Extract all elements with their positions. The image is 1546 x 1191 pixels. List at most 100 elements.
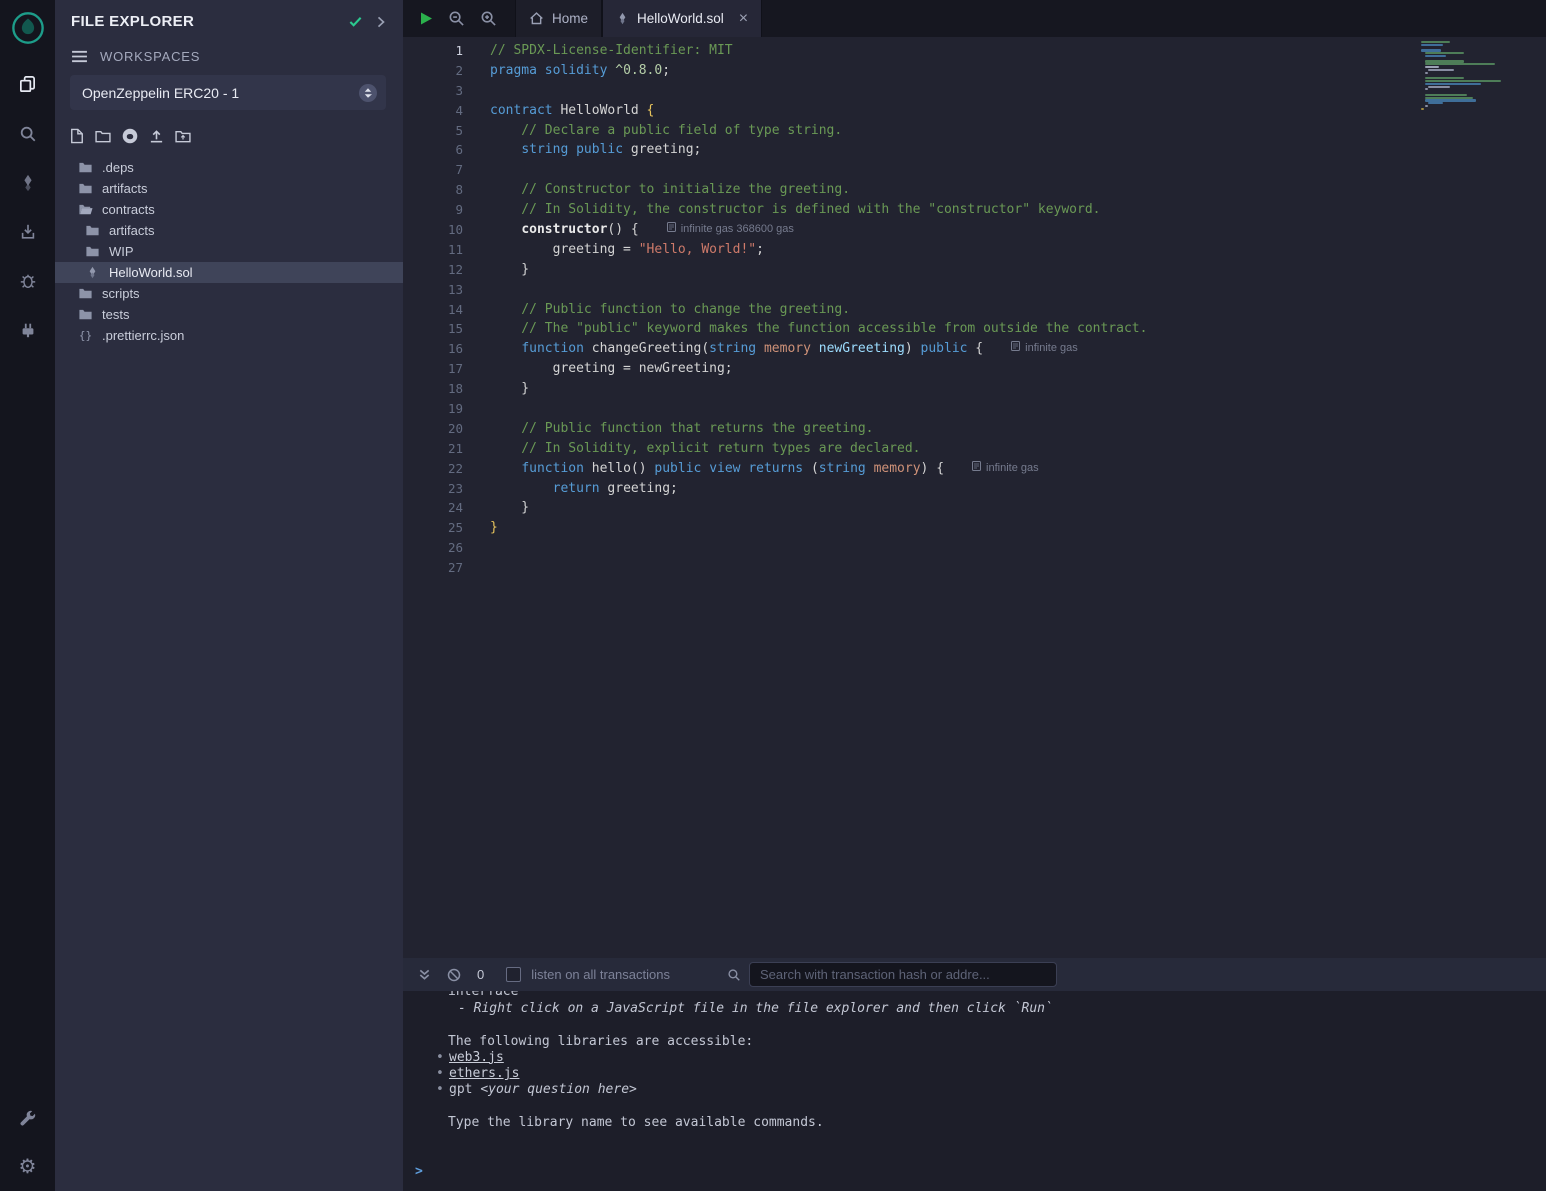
terminal-toolbar: 0 listen on all transactions [403,958,1546,991]
tree-item-label: artifacts [102,181,148,196]
terminal-search-icon [727,968,741,982]
code-line[interactable]: 26 [403,538,1546,558]
terminal-line: •gpt <your question here> [415,1082,1546,1098]
zoom-out-icon[interactable] [448,10,465,27]
code-line[interactable]: 24 } [403,498,1546,518]
line-number: 26 [403,538,480,558]
code-line[interactable]: 7 [403,160,1546,180]
tree-item-wip[interactable]: WIP [55,241,403,262]
settings-gear-icon[interactable]: ⚙ [0,1142,55,1191]
terminal-link[interactable]: web3.js [449,1050,504,1065]
code-text [480,558,490,578]
tree-item-contracts[interactable]: contracts [55,199,403,220]
code-line[interactable]: 12 } [403,260,1546,280]
code-line[interactable]: 15 // The "public" keyword makes the fun… [403,319,1546,339]
workspace-select[interactable]: OpenZeppelin ERC20 - 1 [70,75,386,110]
tree-item-helloworld.sol[interactable]: HelloWorld.sol [55,262,403,283]
code-line[interactable]: 9 // In Solidity, the constructor is def… [403,200,1546,220]
terminal[interactable]: interface- Right click on a JavaScript f… [403,991,1546,1191]
tree-item-.prettierrc.json[interactable]: {}.prettierrc.json [55,325,403,346]
github-clone-icon[interactable] [122,128,138,144]
close-tab-icon[interactable]: × [739,11,748,27]
code-line[interactable]: 8 // Constructor to initialize the greet… [403,180,1546,200]
code-line[interactable]: 22 function hello() public view returns … [403,459,1546,479]
workspace-switch-icon[interactable] [359,84,377,102]
new-folder-icon[interactable] [95,130,111,143]
load-folder-icon[interactable] [175,130,191,143]
tree-item-artifacts[interactable]: artifacts [55,220,403,241]
terminal-line [415,1148,1546,1164]
file-explorer-icon[interactable] [0,60,55,109]
line-number: 1 [403,41,480,61]
tree-item-label: .prettierrc.json [102,328,184,343]
solidity-compiler-icon[interactable] [0,158,55,207]
line-number: 19 [403,399,480,419]
terminal-link[interactable]: ethers.js [449,1066,519,1081]
gas-icon [972,459,981,479]
code-line[interactable]: 11 greeting = "Hello, World!"; [403,240,1546,260]
listen-transactions-checkbox[interactable] [506,967,521,982]
clear-terminal-icon[interactable] [447,968,461,982]
code-line[interactable]: 16 function changeGreeting(string memory… [403,339,1546,359]
code-line[interactable]: 25} [403,518,1546,538]
zoom-in-icon[interactable] [480,10,497,27]
plugin-manager-icon[interactable] [0,305,55,354]
code-text [480,81,490,101]
code-text: } [480,379,529,399]
code-line[interactable]: 14 // Public function to change the gree… [403,300,1546,320]
code-text: // In Solidity, explicit return types ar… [480,439,920,459]
code-line[interactable]: 18 } [403,379,1546,399]
bullet-icon: • [436,1082,449,1098]
devtools-wrench-icon[interactable] [0,1093,55,1142]
code-line[interactable]: 4contract HelloWorld { [403,101,1546,121]
terminal-prompt-row[interactable]: > [415,1164,1546,1180]
minimap[interactable] [1421,41,1542,116]
hamburger-menu-icon[interactable] [71,50,88,63]
code-line[interactable]: 20 // Public function that returns the g… [403,419,1546,439]
terminal-line: •ethers.js [415,1066,1546,1082]
code-line[interactable]: 10 constructor() {infinite gas 368600 ga… [403,220,1546,240]
new-file-icon[interactable] [70,128,84,144]
code-line[interactable]: 13 [403,280,1546,300]
tree-item-tests[interactable]: tests [55,304,403,325]
code-text: // Declare a public field of type string… [480,121,842,141]
code-line[interactable]: 21 // In Solidity, explicit return types… [403,439,1546,459]
code-text [480,538,490,558]
code-line[interactable]: 2pragma solidity ^0.8.0; [403,61,1546,81]
code-line[interactable]: 23 return greeting; [403,479,1546,499]
search-icon[interactable] [0,109,55,158]
code-line[interactable]: 5 // Declare a public field of type stri… [403,121,1546,141]
publish-upload-icon[interactable] [149,129,164,144]
terminal-line [415,1131,1546,1147]
tree-item-scripts[interactable]: scripts [55,283,403,304]
code-line[interactable]: 27 [403,558,1546,578]
code-text: } [480,260,529,280]
deploy-run-icon[interactable] [0,207,55,256]
terminal-search-input[interactable] [749,962,1057,987]
tab-home[interactable]: Home [515,0,602,37]
code-editor[interactable]: 1// SPDX-License-Identifier: MIT2pragma … [403,37,1546,958]
tree-item-artifacts[interactable]: artifacts [55,178,403,199]
transaction-count-badge: 0 [477,967,484,982]
line-number: 17 [403,359,480,379]
tab-helloworld-sol[interactable]: HelloWorld.sol × [602,0,762,37]
code-text [480,280,490,300]
chevron-right-icon[interactable] [376,15,386,29]
folder-icon [78,160,93,175]
check-icon[interactable] [348,14,363,29]
remix-logo-icon[interactable] [11,11,45,50]
code-line[interactable]: 6 string public greeting; [403,140,1546,160]
listen-transactions-label: listen on all transactions [531,967,670,982]
code-line[interactable]: 3 [403,81,1546,101]
code-text: contract HelloWorld { [480,101,654,121]
tree-item-.deps[interactable]: .deps [55,157,403,178]
collapse-terminal-icon[interactable] [418,968,431,981]
code-line[interactable]: 19 [403,399,1546,419]
line-number: 8 [403,180,480,200]
debugger-icon[interactable] [0,256,55,305]
code-text: greeting = newGreeting; [480,359,733,379]
run-script-button[interactable] [420,11,433,26]
code-line[interactable]: 17 greeting = newGreeting; [403,359,1546,379]
code-line[interactable]: 1// SPDX-License-Identifier: MIT [403,41,1546,61]
explorer-actions [55,110,403,144]
